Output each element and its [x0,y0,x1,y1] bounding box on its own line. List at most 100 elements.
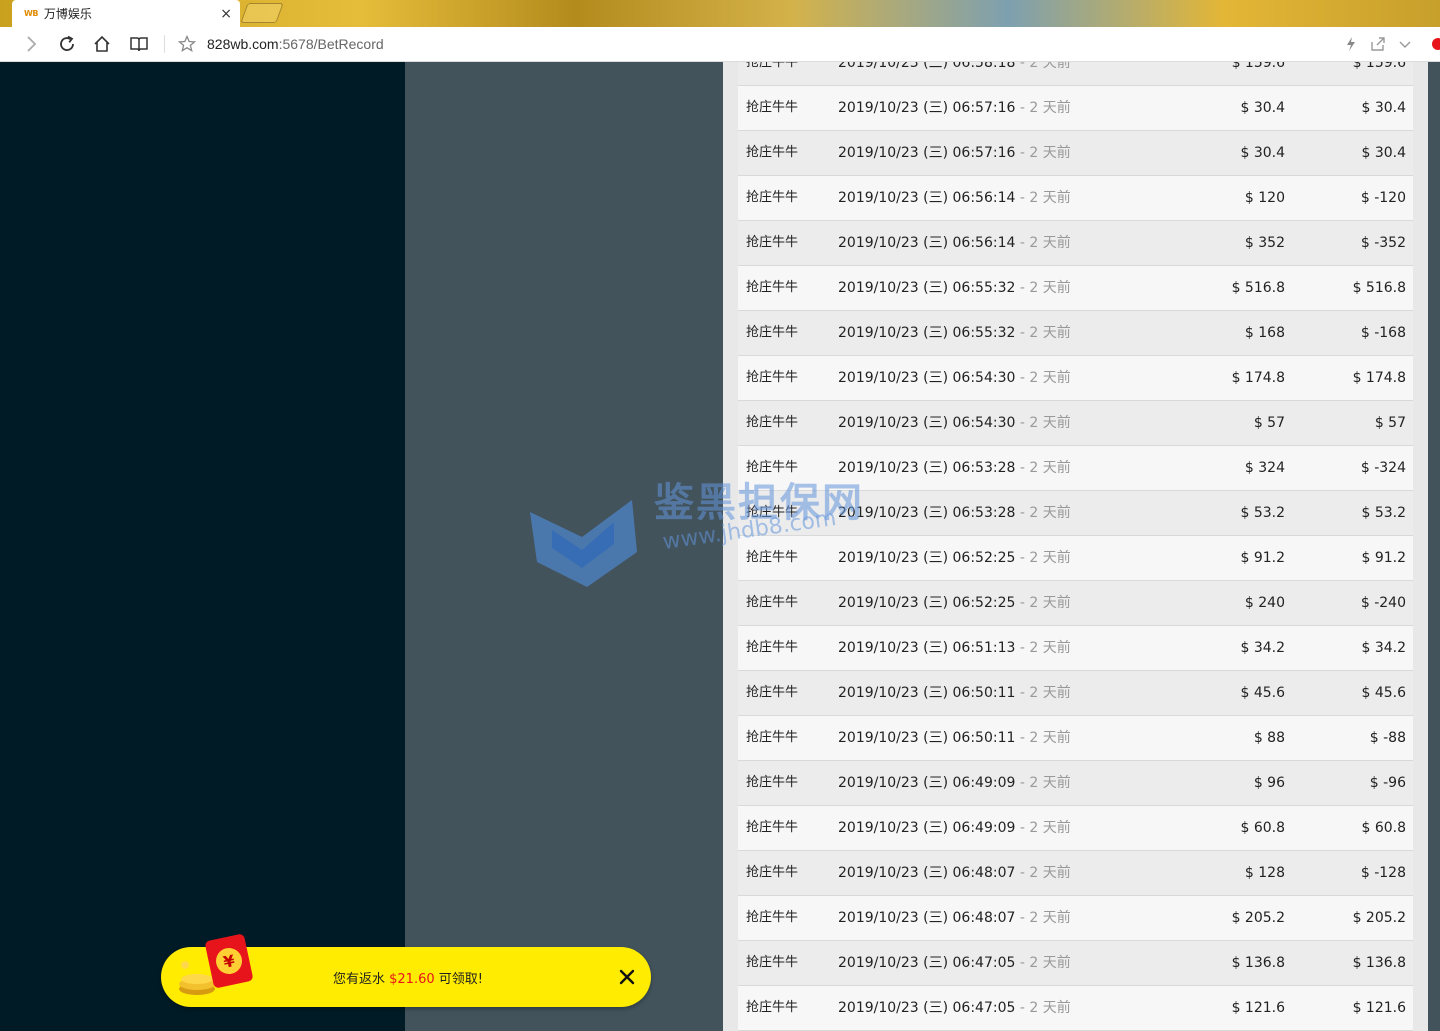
new-tab-button[interactable] [240,3,284,23]
bet-amount: $ 96 [1253,775,1285,791]
bet-relative-time: - 2 天前 [1015,62,1071,71]
bet-timestamp: 2019/10/23 (三) 06:50:11 [838,685,1016,701]
win-amount: $ 174.8 [1352,370,1406,386]
game-name: 抢庄牛牛 [746,955,799,970]
home-icon[interactable] [91,33,113,55]
bet-time: 2019/10/23 (三) 06:48:07 - 2 天前 [838,909,1071,927]
extension-icon[interactable] [1428,33,1440,55]
bet-amount: $ 136.8 [1231,955,1285,971]
bet-relative-time: - 2 天前 [1015,1000,1071,1016]
table-row: 抢庄牛牛 2019/10/23 (三) 06:57:16 - 2 天前 $ 30.4… [738,86,1413,131]
bet-timestamp: 2019/10/23 (三) 06:56:14 [838,190,1016,206]
table-row: 抢庄牛牛 2019/10/23 (三) 06:55:32 - 2 天前 $ 516.… [738,266,1413,311]
bet-timestamp: 2019/10/23 (三) 06:57:16 [838,100,1016,116]
table-row: 抢庄牛牛 2019/10/23 (三) 06:54:30 - 2 天前 $ 57 $ … [738,401,1413,446]
bet-time: 2019/10/23 (三) 06:55:32 - 2 天前 [838,324,1071,342]
bet-amount: $ 121.6 [1231,1000,1285,1016]
win-amount: $ -352 [1360,235,1406,251]
game-name: 抢庄牛牛 [746,550,799,565]
bet-amount: $ 516.8 [1231,280,1285,296]
forward-icon[interactable] [20,33,42,55]
bet-relative-time: - 2 天前 [1015,955,1071,971]
win-amount: $ -240 [1360,595,1406,611]
table-row: 抢庄牛牛 2019/10/23 (三) 06:57:16 - 2 天前 $ 30.4… [738,131,1413,176]
bet-time: 2019/10/23 (三) 06:51:13 - 2 天前 [838,639,1071,657]
bet-time: 2019/10/23 (三) 06:56:14 - 2 天前 [838,234,1071,252]
game-name: 抢庄牛牛 [746,1000,799,1015]
table-row: 抢庄牛牛 2019/10/23 (三) 06:48:07 - 2 天前 $ 205.… [738,896,1413,941]
bet-time: 2019/10/23 (三) 06:49:09 - 2 天前 [838,819,1071,837]
win-amount: $ 53.2 [1361,505,1406,521]
bet-amount: $ 240 [1244,595,1285,611]
bet-time: 2019/10/23 (三) 06:54:30 - 2 天前 [838,414,1071,432]
win-amount: $ 30.4 [1361,145,1406,161]
tab-close-icon[interactable]: × [220,6,232,22]
bet-amount: $ 205.2 [1231,910,1285,926]
tab-active[interactable]: WB 万博娱乐 × [12,0,240,27]
bet-timestamp: 2019/10/23 (三) 06:58:18 [838,62,1016,71]
bet-relative-time: - 2 天前 [1015,775,1071,791]
url-path: :5678/BetRecord [278,36,384,52]
rebate-amount: $21.60 [389,972,435,987]
bet-time: 2019/10/23 (三) 06:47:05 - 2 天前 [838,999,1071,1017]
bet-amount: $ 53.2 [1240,505,1285,521]
bet-amount: $ 91.2 [1240,550,1285,566]
lightning-icon[interactable] [1340,33,1362,55]
win-amount: $ 136.8 [1352,955,1406,971]
win-amount: $ 91.2 [1361,550,1406,566]
chevron-down-icon[interactable] [1394,33,1416,55]
game-name: 抢庄牛牛 [746,460,799,475]
game-name: 抢庄牛牛 [746,190,799,205]
bet-time: 2019/10/23 (三) 06:53:28 - 2 天前 [838,459,1071,477]
win-amount: $ 159.6 [1352,62,1406,71]
table-row: 抢庄牛牛 2019/10/23 (三) 06:58:18 - 2 天前 $ 159.… [738,62,1413,86]
game-name: 抢庄牛牛 [746,910,799,925]
bet-time: 2019/10/23 (三) 06:57:16 - 2 天前 [838,99,1071,117]
game-name: 抢庄牛牛 [746,820,799,835]
bet-time: 2019/10/23 (三) 06:48:07 - 2 天前 [838,864,1071,882]
url-field[interactable]: 828wb.com:5678/BetRecord [207,36,384,52]
reading-mode-icon[interactable] [128,33,150,55]
table-row: 抢庄牛牛 2019/10/23 (三) 06:56:14 - 2 天前 $ 352 $… [738,221,1413,266]
reload-icon[interactable] [56,33,78,55]
bet-amount: $ 128 [1244,865,1285,881]
bet-timestamp: 2019/10/23 (三) 06:56:14 [838,235,1016,251]
bet-amount: $ 45.6 [1240,685,1285,701]
table-row: 抢庄牛牛 2019/10/23 (三) 06:49:09 - 2 天前 $ 96 $ … [738,761,1413,806]
game-name: 抢庄牛牛 [746,505,799,520]
bet-time: 2019/10/23 (三) 06:47:05 - 2 天前 [838,954,1071,972]
game-name: 抢庄牛牛 [746,640,799,655]
win-amount: $ 34.2 [1361,640,1406,656]
table-row: 抢庄牛牛 2019/10/23 (三) 06:48:07 - 2 天前 $ 128 $… [738,851,1413,896]
rebate-message: 您有返水 $21.60 可领取! [333,968,483,987]
win-amount: $ 205.2 [1352,910,1406,926]
tab-title: 万博娱乐 [43,7,92,21]
win-amount: $ 45.6 [1361,685,1406,701]
table-row: 抢庄牛牛 2019/10/23 (三) 06:52:25 - 2 天前 $ 91.2… [738,536,1413,581]
bet-timestamp: 2019/10/23 (三) 06:57:16 [838,145,1016,161]
bet-relative-time: - 2 天前 [1015,415,1071,431]
win-amount: $ -120 [1360,190,1406,206]
bet-record-table[interactable]: 抢庄牛牛 2019/10/23 (三) 06:58:18 - 2 天前 $ 159.… [723,62,1428,1031]
win-amount: $ 57 [1374,415,1406,431]
bet-time: 2019/10/23 (三) 06:55:32 - 2 天前 [838,279,1071,297]
bet-relative-time: - 2 天前 [1015,235,1071,251]
rebate-banner[interactable]: ¥ 您有返水 $21.60 可领取! [161,933,651,1007]
address-bar: 828wb.com:5678/BetRecord [0,27,1440,62]
win-amount: $ -96 [1369,775,1406,791]
bet-relative-time: - 2 天前 [1015,685,1071,701]
close-icon[interactable] [615,965,639,989]
bet-timestamp: 2019/10/23 (三) 06:54:30 [838,370,1016,386]
bet-amount: $ 168 [1244,325,1285,341]
rebate-prefix: 您有返水 [333,972,390,987]
left-sidebar-panel [0,62,405,1031]
bet-relative-time: - 2 天前 [1015,190,1071,206]
bet-amount: $ 34.2 [1240,640,1285,656]
bet-amount: $ 88 [1253,730,1285,746]
bookmark-star-icon[interactable] [176,33,198,55]
bet-timestamp: 2019/10/23 (三) 06:52:25 [838,595,1016,611]
bet-relative-time: - 2 天前 [1015,460,1071,476]
share-icon[interactable] [1367,33,1389,55]
bet-amount: $ 174.8 [1231,370,1285,386]
table-row: 抢庄牛牛 2019/10/23 (三) 06:47:05 - 2 天前 $ 136.… [738,941,1413,986]
